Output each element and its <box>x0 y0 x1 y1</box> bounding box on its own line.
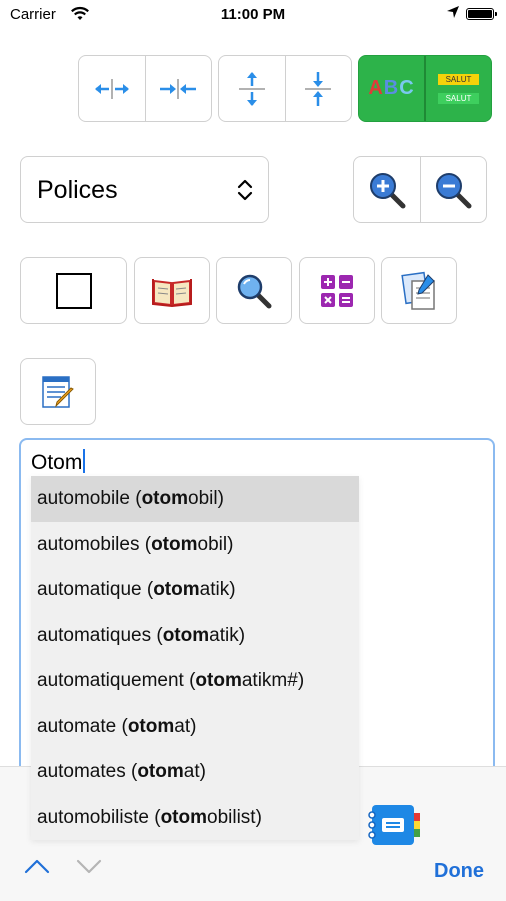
suggestion-item[interactable]: automobiles (otomobil) <box>31 522 359 568</box>
status-bar: Carrier 11:00 PM <box>0 0 506 30</box>
expand-vertical-button[interactable] <box>219 56 285 121</box>
compress-horizontal-button[interactable] <box>144 56 212 121</box>
highlight-button[interactable]: SALUT SALUT <box>424 56 491 121</box>
color-mode-group: ABC SALUT SALUT <box>358 55 492 122</box>
expand-vertical-icon <box>238 71 265 106</box>
horizontal-spacing-group <box>78 55 212 122</box>
clock: 11:00 PM <box>220 6 286 23</box>
frame-button[interactable] <box>20 257 127 324</box>
calculator-icon <box>321 274 353 307</box>
font-select[interactable]: Polices <box>20 156 269 223</box>
zoom-out-icon <box>436 172 472 208</box>
dictionary-button[interactable] <box>134 257 210 324</box>
autocomplete-list: automobile (otomobil) automobiles (otomo… <box>31 476 359 840</box>
chevron-down-icon[interactable] <box>76 858 102 874</box>
suggestion-item[interactable]: automatique (otomatik) <box>31 567 359 613</box>
documents-button[interactable] <box>381 257 457 324</box>
notebook-icon[interactable] <box>368 803 424 847</box>
square-icon <box>55 272 92 309</box>
chevron-up-icon[interactable] <box>24 858 50 874</box>
suggestion-item[interactable]: automobiliste (otomobilist) <box>31 795 359 841</box>
compress-vertical-button[interactable] <box>284 56 352 121</box>
font-select-value: Polices <box>37 176 118 204</box>
select-chevron-icon <box>237 179 253 201</box>
suggestion-item[interactable]: automatiques (otomatik) <box>31 613 359 659</box>
notepad-icon <box>42 375 74 408</box>
suggestion-item[interactable]: automate (otomat) <box>31 704 359 750</box>
vertical-spacing-group <box>218 55 352 122</box>
book-icon <box>152 278 192 307</box>
expand-horizontal-button[interactable] <box>79 56 145 121</box>
search-button[interactable] <box>216 257 292 324</box>
documents-icon <box>401 271 435 310</box>
zoom-group <box>353 156 487 223</box>
location-icon <box>446 5 460 22</box>
suggestion-item[interactable]: automatiquement (otomatikm#) <box>31 658 359 704</box>
zoom-in-button[interactable] <box>354 157 420 222</box>
color-letters-button[interactable]: ABC <box>359 56 424 121</box>
notepad-button[interactable] <box>20 358 96 425</box>
done-button[interactable]: Done <box>434 860 484 883</box>
battery-icon <box>466 8 497 20</box>
expand-horizontal-icon <box>94 78 129 99</box>
zoom-in-icon <box>369 172 406 208</box>
suggestion-item[interactable]: automates (otomat) <box>31 749 359 795</box>
zoom-out-button[interactable] <box>419 157 487 222</box>
compress-vertical-icon <box>305 71 332 106</box>
magnifier-icon <box>237 274 272 308</box>
editor-text: Otom <box>31 451 83 474</box>
suggestion-item[interactable]: automobile (otomobil) <box>31 476 359 522</box>
salut-top-label: SALUT <box>437 73 480 85</box>
abc-label: ABC <box>368 77 415 99</box>
calculator-button[interactable] <box>299 257 375 324</box>
text-caret <box>83 449 86 473</box>
compress-horizontal-icon <box>160 78 197 99</box>
salut-bottom-label: SALUT <box>437 92 480 104</box>
